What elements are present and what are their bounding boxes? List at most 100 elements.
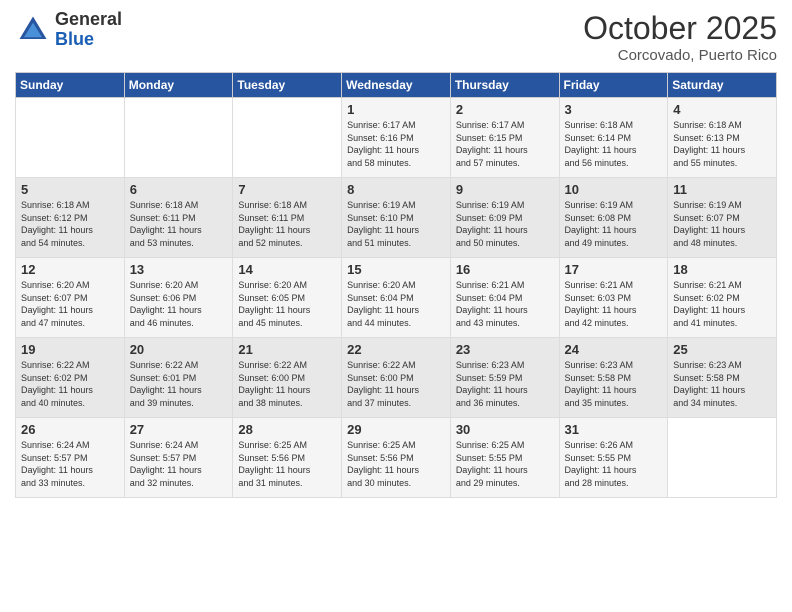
day-info: Sunrise: 6:18 AM Sunset: 6:12 PM Dayligh… [21, 199, 119, 249]
calendar-cell: 24Sunrise: 6:23 AM Sunset: 5:58 PM Dayli… [559, 338, 668, 418]
day-number: 13 [130, 262, 228, 277]
col-sunday: Sunday [16, 73, 125, 98]
calendar-table: Sunday Monday Tuesday Wednesday Thursday… [15, 72, 777, 498]
calendar-cell: 17 Sunrise: 6:21 AM Sunset: 6:03 PM Dayli… [559, 258, 668, 338]
day-number: 14 [238, 262, 336, 277]
day-number: 22 [347, 342, 445, 357]
month-title: October 2025 [583, 10, 777, 47]
calendar-week-3: 19 Sunrise: 6:22 AM Sunset: 6:02 PM Dayli… [16, 338, 777, 418]
day-info: Sunrise: 6:22 AM Sunset: 6:01 PM Dayligh… [130, 359, 228, 409]
logo-blue: Blue [55, 29, 94, 49]
day-number: 18 [673, 262, 771, 277]
calendar-cell [668, 418, 777, 498]
day-info: Sunrise: 6:18 AM Sunset: 6:14 PM Dayligh… [565, 119, 663, 169]
day-info: Sunrise: 6:24 AM Sunset: 5:57 PM Dayligh… [130, 439, 228, 489]
day-number: 7 [238, 182, 336, 197]
day-info: Sunrise: 6:18 AM Sunset: 6:11 PM Dayligh… [130, 199, 228, 249]
day-number: 23 [456, 342, 554, 357]
logo: General Blue [15, 10, 122, 50]
calendar-cell: 26Sunrise: 6:24 AM Sunset: 5:57 PM Dayli… [16, 418, 125, 498]
calendar-cell: 28 Sunrise: 6:25 AM Sunset: 5:56 PM Dayli… [233, 418, 342, 498]
calendar-cell: 14 Sunrise: 6:20 AM Sunset: 6:05 PM Dayli… [233, 258, 342, 338]
day-info: Sunrise: 6:18 AM Sunset: 6:13 PM Dayligh… [673, 119, 771, 169]
calendar-cell: 22 Sunrise: 6:22 AM Sunset: 6:00 PM Dayli… [342, 338, 451, 418]
col-thursday: Thursday [450, 73, 559, 98]
header-row: Sunday Monday Tuesday Wednesday Thursday… [16, 73, 777, 98]
subtitle: Corcovado, Puerto Rico [583, 47, 777, 64]
day-info: Sunrise: 6:22 AM Sunset: 6:02 PM Dayligh… [21, 359, 119, 409]
day-number: 25 [673, 342, 771, 357]
day-info: Sunrise: 6:19 AM Sunset: 6:08 PM Dayligh… [565, 199, 663, 249]
day-number: 17 [565, 262, 663, 277]
day-number: 26 [21, 422, 119, 437]
calendar-week-2: 12 Sunrise: 6:20 AM Sunset: 6:07 PM Dayli… [16, 258, 777, 338]
logo-icon [15, 12, 51, 48]
logo-text: General Blue [55, 10, 122, 50]
calendar-cell [16, 98, 125, 178]
day-info: Sunrise: 6:21 AM Sunset: 6:04 PM Dayligh… [456, 279, 554, 329]
calendar-cell: 4 Sunrise: 6:18 AM Sunset: 6:13 PM Daylig… [668, 98, 777, 178]
calendar-cell [233, 98, 342, 178]
day-number: 15 [347, 262, 445, 277]
calendar-cell: 3 Sunrise: 6:18 AM Sunset: 6:14 PM Daylig… [559, 98, 668, 178]
day-info: Sunrise: 6:25 AM Sunset: 5:56 PM Dayligh… [347, 439, 445, 489]
calendar-cell: 9 Sunrise: 6:19 AM Sunset: 6:09 PM Daylig… [450, 178, 559, 258]
day-number: 4 [673, 102, 771, 117]
day-info: Sunrise: 6:22 AM Sunset: 6:00 PM Dayligh… [238, 359, 336, 409]
day-info: Sunrise: 6:23 AM Sunset: 5:58 PM Dayligh… [565, 359, 663, 409]
day-info: Sunrise: 6:25 AM Sunset: 5:56 PM Dayligh… [238, 439, 336, 489]
header: General Blue October 2025 Corcovado, Pue… [15, 10, 777, 64]
day-info: Sunrise: 6:22 AM Sunset: 6:00 PM Dayligh… [347, 359, 445, 409]
day-info: Sunrise: 6:19 AM Sunset: 6:09 PM Dayligh… [456, 199, 554, 249]
col-friday: Friday [559, 73, 668, 98]
calendar-cell: 23 Sunrise: 6:23 AM Sunset: 5:59 PM Dayli… [450, 338, 559, 418]
calendar-cell: 30Sunrise: 6:25 AM Sunset: 5:55 PM Dayli… [450, 418, 559, 498]
day-number: 16 [456, 262, 554, 277]
day-number: 27 [130, 422, 228, 437]
day-info: Sunrise: 6:17 AM Sunset: 6:15 PM Dayligh… [456, 119, 554, 169]
day-number: 9 [456, 182, 554, 197]
col-tuesday: Tuesday [233, 73, 342, 98]
day-number: 31 [565, 422, 663, 437]
calendar-cell: 31 Sunrise: 6:26 AM Sunset: 5:55 PM Dayli… [559, 418, 668, 498]
day-number: 28 [238, 422, 336, 437]
day-number: 1 [347, 102, 445, 117]
day-info: Sunrise: 6:21 AM Sunset: 6:03 PM Dayligh… [565, 279, 663, 329]
day-number: 12 [21, 262, 119, 277]
calendar-cell: 15 Sunrise: 6:20 AM Sunset: 6:04 PM Dayli… [342, 258, 451, 338]
calendar-cell: 16 Sunrise: 6:21 AM Sunset: 6:04 PM Dayli… [450, 258, 559, 338]
page-container: General Blue October 2025 Corcovado, Pue… [0, 0, 792, 508]
calendar-cell: 18 Sunrise: 6:21 AM Sunset: 6:02 PM Dayli… [668, 258, 777, 338]
day-number: 6 [130, 182, 228, 197]
calendar-cell: 8Sunrise: 6:19 AM Sunset: 6:10 PM Daylig… [342, 178, 451, 258]
calendar-week-0: 1Sunrise: 6:17 AM Sunset: 6:16 PM Daylig… [16, 98, 777, 178]
day-number: 19 [21, 342, 119, 357]
calendar-cell: 29Sunrise: 6:25 AM Sunset: 5:56 PM Dayli… [342, 418, 451, 498]
day-number: 3 [565, 102, 663, 117]
day-number: 5 [21, 182, 119, 197]
day-info: Sunrise: 6:26 AM Sunset: 5:55 PM Dayligh… [565, 439, 663, 489]
calendar-cell: 10 Sunrise: 6:19 AM Sunset: 6:08 PM Dayli… [559, 178, 668, 258]
calendar-cell: 2Sunrise: 6:17 AM Sunset: 6:15 PM Daylig… [450, 98, 559, 178]
day-info: Sunrise: 6:23 AM Sunset: 5:59 PM Dayligh… [456, 359, 554, 409]
calendar-cell: 25 Sunrise: 6:23 AM Sunset: 5:58 PM Dayli… [668, 338, 777, 418]
day-info: Sunrise: 6:20 AM Sunset: 6:04 PM Dayligh… [347, 279, 445, 329]
calendar-cell: 13 Sunrise: 6:20 AM Sunset: 6:06 PM Dayli… [124, 258, 233, 338]
calendar-week-4: 26 Sunrise: 6:24 AM Sunset: 5:57 PM Dayli… [16, 418, 777, 498]
calendar-cell: 7 Sunrise: 6:18 AM Sunset: 6:11 PM Daylig… [233, 178, 342, 258]
day-number: 20 [130, 342, 228, 357]
day-number: 10 [565, 182, 663, 197]
day-info: Sunrise: 6:23 AM Sunset: 5:58 PM Dayligh… [673, 359, 771, 409]
col-saturday: Saturday [668, 73, 777, 98]
day-info: Sunrise: 6:21 AM Sunset: 6:02 PM Dayligh… [673, 279, 771, 329]
day-info: Sunrise: 6:19 AM Sunset: 6:07 PM Dayligh… [673, 199, 771, 249]
day-info: Sunrise: 6:20 AM Sunset: 6:07 PM Dayligh… [21, 279, 119, 329]
title-block: October 2025 Corcovado, Puerto Rico [583, 10, 777, 64]
day-number: 11 [673, 182, 771, 197]
day-info: Sunrise: 6:20 AM Sunset: 6:05 PM Dayligh… [238, 279, 336, 329]
day-info: Sunrise: 6:20 AM Sunset: 6:06 PM Dayligh… [130, 279, 228, 329]
calendar-week-1: 5 Sunrise: 6:18 AM Sunset: 6:12 PM Daylig… [16, 178, 777, 258]
calendar-cell: 21Sunrise: 6:22 AM Sunset: 6:00 PM Dayli… [233, 338, 342, 418]
day-info: Sunrise: 6:18 AM Sunset: 6:11 PM Dayligh… [238, 199, 336, 249]
col-monday: Monday [124, 73, 233, 98]
